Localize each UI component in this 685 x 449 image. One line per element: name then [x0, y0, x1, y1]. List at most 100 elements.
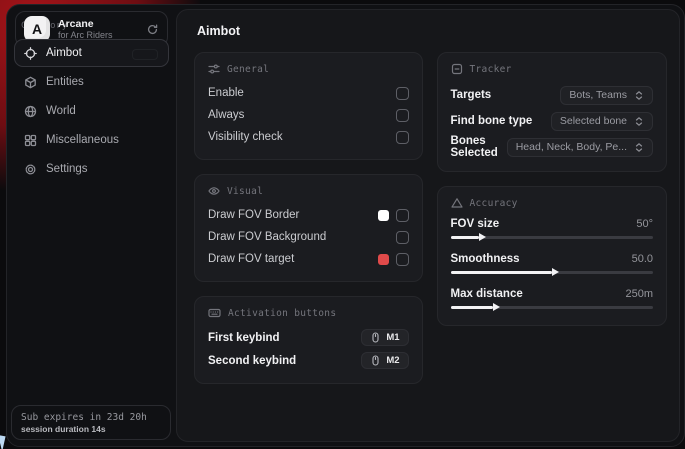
- keybind-hint: [132, 49, 158, 60]
- sidebar-item-world[interactable]: World: [14, 97, 169, 125]
- eye-icon: [208, 185, 220, 197]
- tracker-card: Tracker Targets Bots, Teams: [437, 52, 667, 172]
- setting-label: Targets: [451, 89, 492, 101]
- setting-group-fov-size: FOV size 50°: [451, 216, 653, 242]
- gear-icon: [24, 163, 37, 176]
- setting-label: Draw FOV Border: [208, 209, 299, 221]
- grid-icon: [24, 134, 37, 147]
- setting-row-visibility-check: Visibility check: [208, 126, 409, 148]
- dropdown-value: Bots, Teams: [569, 89, 627, 101]
- chevrons-up-down-icon: [634, 90, 644, 101]
- setting-label: Enable: [208, 87, 244, 99]
- crosshair-icon: [24, 47, 37, 60]
- subscription-info: Sub expires in 23d 20h session duration …: [11, 405, 171, 440]
- fov-size-slider[interactable]: [451, 232, 653, 242]
- setting-row-always: Always: [208, 104, 409, 126]
- dropdown-value: Head, Neck, Body, Pe...: [516, 141, 627, 153]
- card-title: Tracker: [470, 64, 512, 75]
- entities-cube-icon: [24, 76, 37, 89]
- keyboard-icon: [208, 307, 221, 319]
- setting-label: FOV size: [451, 218, 500, 230]
- setting-row-targets: Targets Bots, Teams: [451, 82, 653, 108]
- sidebar-item-label: Entities: [46, 76, 84, 88]
- card-title: Activation buttons: [228, 308, 336, 319]
- always-checkbox[interactable]: [396, 109, 409, 122]
- visibility-check-checkbox[interactable]: [396, 131, 409, 144]
- setting-value: 50°: [636, 218, 653, 230]
- session-duration-text: session duration 14s: [21, 424, 161, 434]
- setting-label: Smoothness: [451, 253, 520, 265]
- setting-value: 250m: [625, 288, 653, 300]
- targets-dropdown[interactable]: Bots, Teams: [560, 86, 653, 105]
- globe-icon: [24, 105, 37, 118]
- color-swatch[interactable]: [378, 210, 389, 221]
- setting-row-first-keybind: First keybind M1: [208, 326, 409, 349]
- page-title: Aimbot: [197, 24, 667, 38]
- max-distance-slider[interactable]: [451, 302, 653, 312]
- chevrons-up-down-icon: [634, 116, 644, 127]
- sidebar-item-miscellaneous[interactable]: Miscellaneous: [14, 126, 169, 154]
- fov-background-checkbox[interactable]: [396, 231, 409, 244]
- bones-selected-dropdown[interactable]: Head, Neck, Body, Pe...: [507, 138, 653, 157]
- activation-buttons-card: Activation buttons First keybind M1: [194, 296, 423, 384]
- accuracy-card: Accuracy FOV size 50°: [437, 186, 667, 326]
- setting-label: Bones Selected: [451, 135, 507, 159]
- sidebar-item-settings[interactable]: Settings: [14, 155, 169, 183]
- setting-label: Always: [208, 109, 244, 121]
- setting-row-find-bone-type: Find bone type Selected bone: [451, 108, 653, 134]
- setting-label: Draw FOV target: [208, 253, 294, 265]
- fov-border-checkbox[interactable]: [396, 209, 409, 222]
- setting-label: Second keybind: [208, 355, 296, 367]
- slider-fill: [451, 271, 552, 274]
- setting-group-smoothness: Smoothness 50.0: [451, 251, 653, 277]
- setting-row-fov-target: Draw FOV target: [208, 248, 409, 270]
- setting-label: Find bone type: [451, 115, 533, 127]
- first-keybind-button[interactable]: M1: [361, 329, 408, 346]
- chevrons-up-down-icon: [634, 142, 644, 153]
- setting-value: 50.0: [632, 253, 653, 265]
- card-title: General: [227, 64, 269, 75]
- setting-row-second-keybind: Second keybind M2: [208, 349, 409, 372]
- card-title: Accuracy: [470, 198, 518, 209]
- setting-row-bones-selected: Bones Selected Head, Neck, Body, Pe...: [451, 134, 653, 160]
- setting-label: First keybind: [208, 332, 280, 344]
- main-panel: Aimbot General: [176, 9, 680, 442]
- sub-expires-text: Sub expires in 23d 20h: [21, 412, 161, 423]
- sidebar-item-aimbot[interactable]: Aimbot: [14, 39, 169, 67]
- sidebar-menu: Aimbot Entities: [7, 39, 176, 183]
- setting-label: Max distance: [451, 288, 523, 300]
- smoothness-slider[interactable]: [451, 267, 653, 277]
- dropdown-value: Selected bone: [560, 115, 627, 127]
- sidebar: A Arcane for Arc Riders Category: [7, 5, 176, 446]
- scan-icon: [451, 63, 463, 75]
- setting-group-max-distance: Max distance 250m: [451, 286, 653, 312]
- setting-row-fov-border: Draw FOV Border: [208, 204, 409, 226]
- card-title: Visual: [227, 186, 263, 197]
- slider-fill: [451, 306, 494, 309]
- setting-label: Draw FOV Background: [208, 231, 326, 243]
- mouse-icon: [370, 332, 381, 343]
- setting-label: Visibility check: [208, 131, 283, 143]
- setting-row-enable: Enable: [208, 82, 409, 104]
- app-title: Arcane: [58, 18, 138, 30]
- sidebar-item-label: Settings: [46, 163, 88, 175]
- sidebar-item-entities[interactable]: Entities: [14, 68, 169, 96]
- sidebar-item-label: Aimbot: [46, 47, 82, 59]
- triangle-icon: [451, 197, 463, 209]
- app-window: A Arcane for Arc Riders Category: [6, 4, 685, 447]
- mouse-icon: [370, 355, 381, 366]
- setting-row-fov-background: Draw FOV Background: [208, 226, 409, 248]
- color-swatch[interactable]: [378, 254, 389, 265]
- keybind-value: M2: [386, 355, 399, 366]
- sliders-icon: [208, 63, 220, 75]
- second-keybind-button[interactable]: M2: [361, 352, 408, 369]
- refresh-icon[interactable]: [146, 23, 159, 36]
- slider-fill: [451, 236, 479, 239]
- enable-checkbox[interactable]: [396, 87, 409, 100]
- fov-target-checkbox[interactable]: [396, 253, 409, 266]
- general-card: General Enable Always Visibility check: [194, 52, 423, 160]
- visual-card: Visual Draw FOV Border Draw FOV Backgrou…: [194, 174, 423, 282]
- find-bone-type-dropdown[interactable]: Selected bone: [551, 112, 653, 131]
- keybind-value: M1: [386, 332, 399, 343]
- sidebar-item-label: Miscellaneous: [46, 134, 119, 146]
